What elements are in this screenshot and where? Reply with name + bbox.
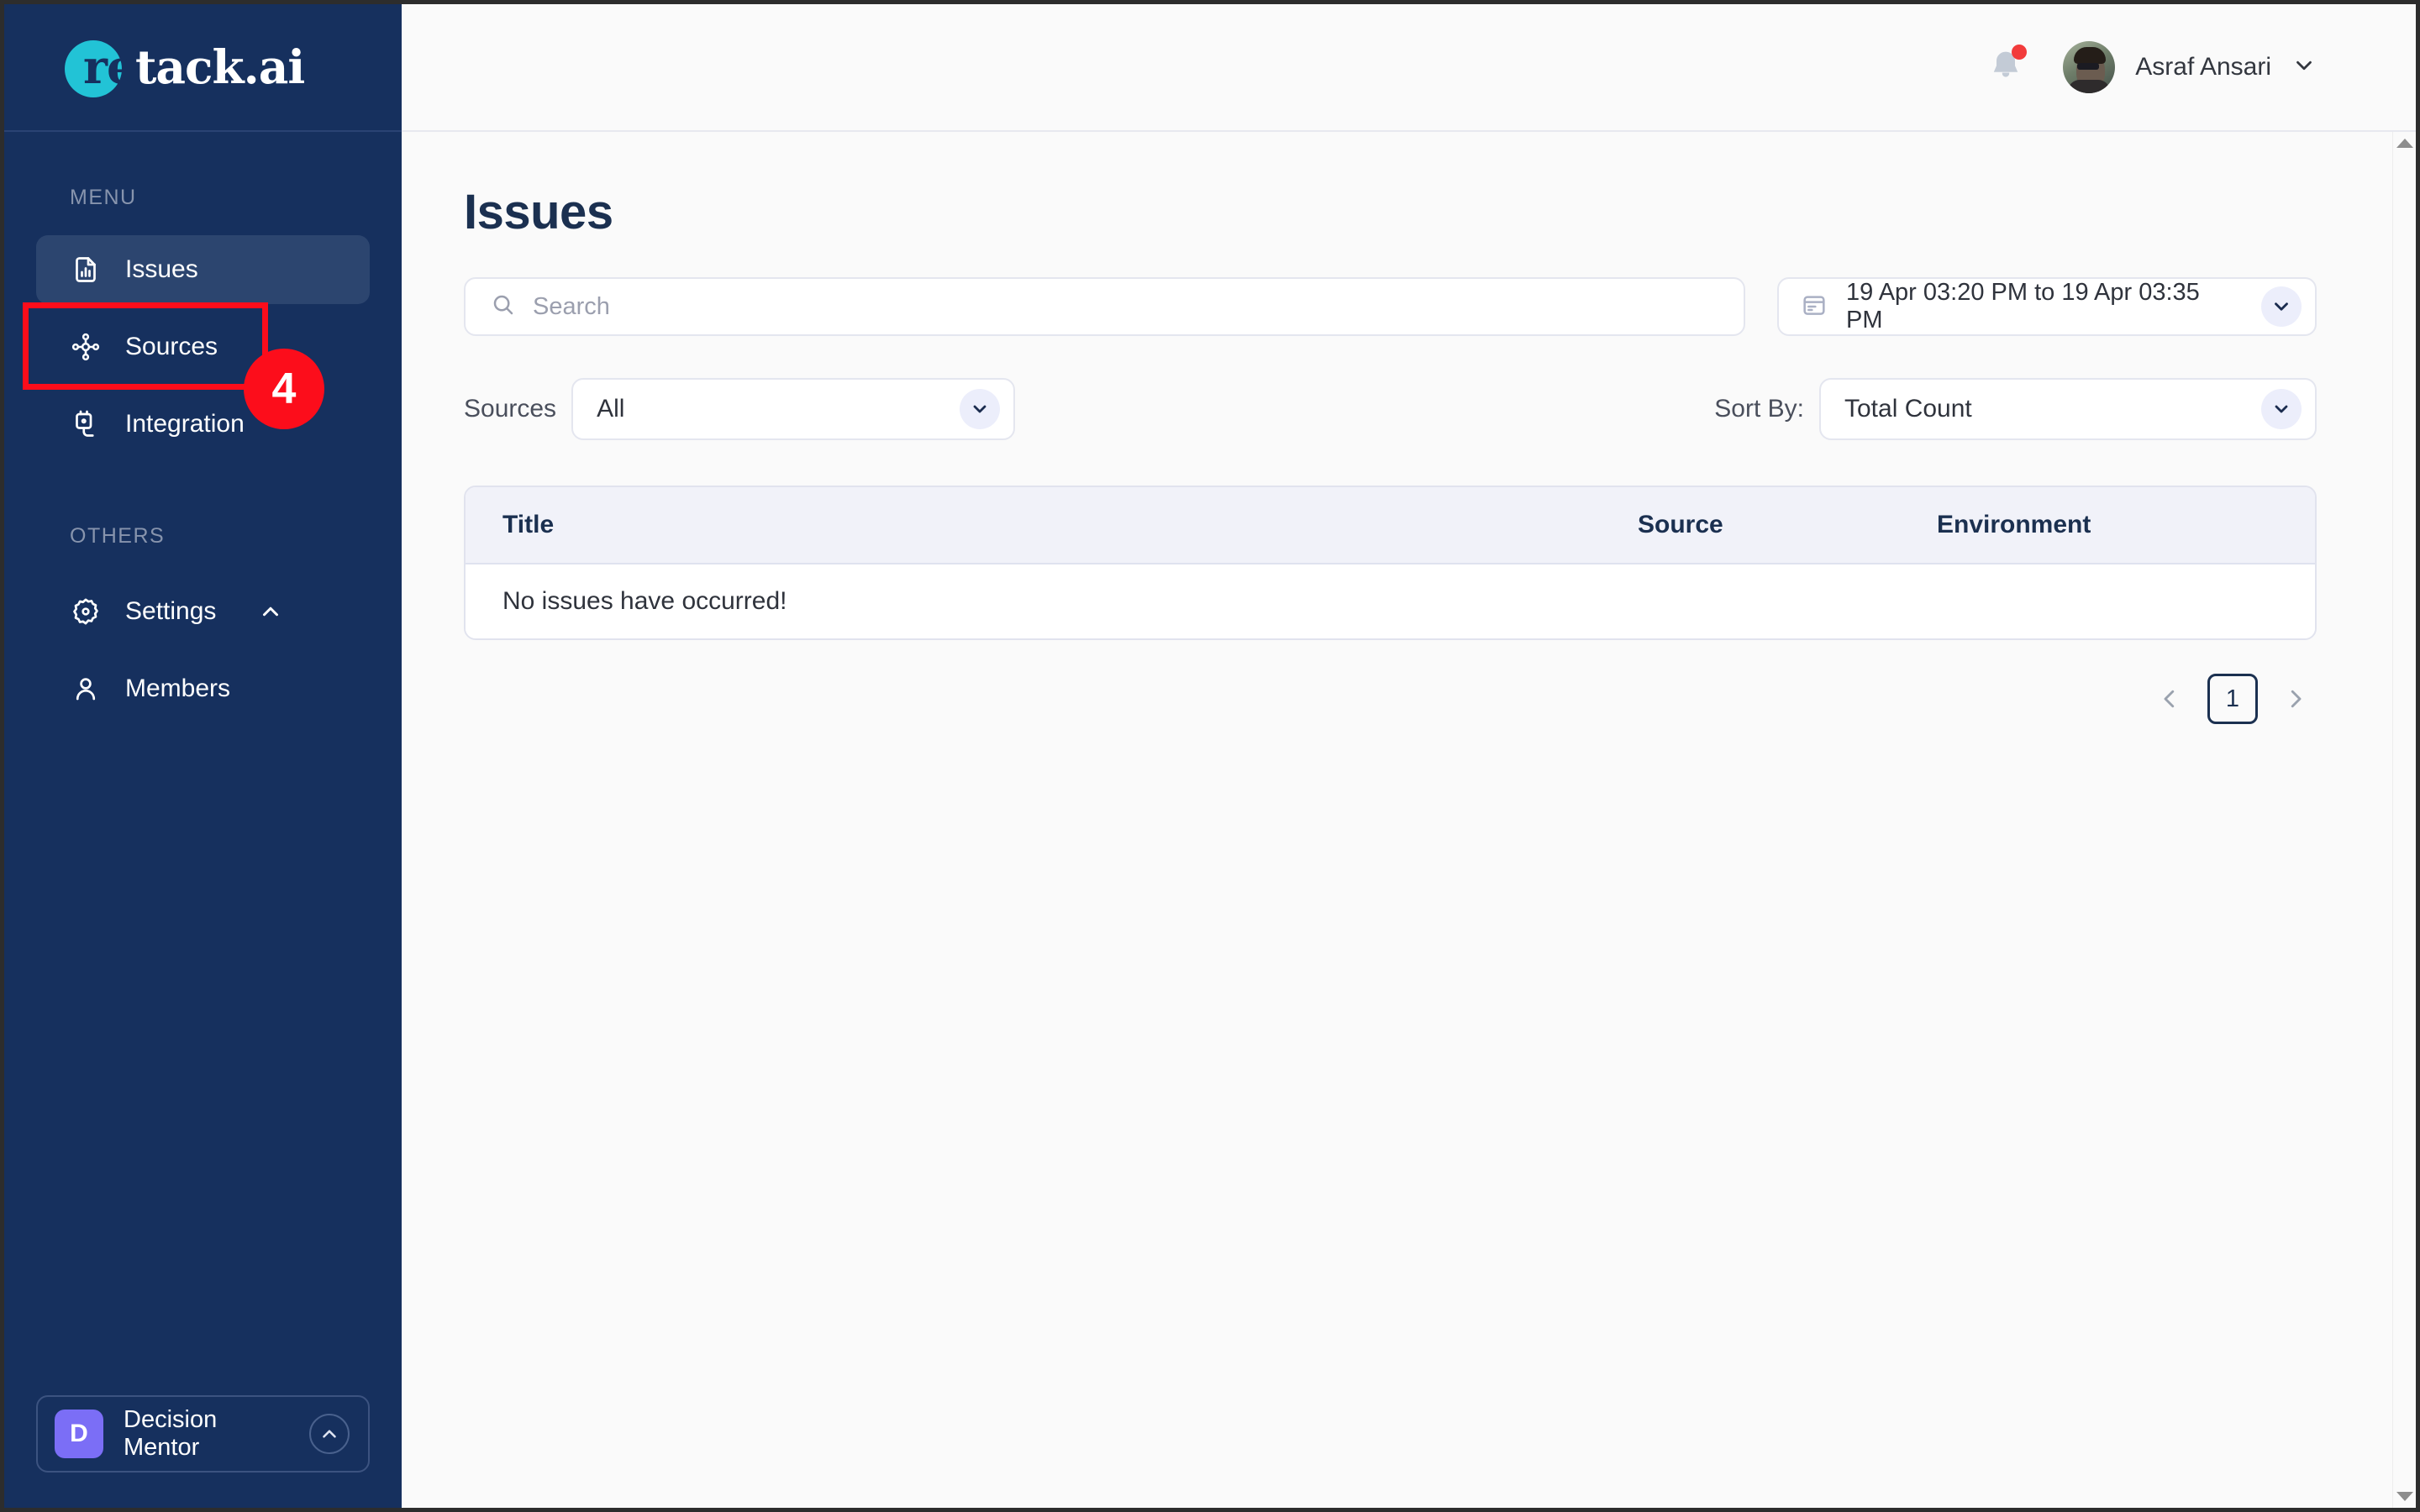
search-input[interactable]: Search: [464, 277, 1745, 336]
vertical-scrollbar[interactable]: [2392, 132, 2416, 1508]
sidebar: retack.ai MENU Issues Sources Integratio…: [4, 4, 402, 1508]
table-empty-row: No issues have occurred!: [466, 564, 2315, 638]
chevron-up-icon: [258, 599, 283, 624]
brand-logo[interactable]: retack.ai: [65, 34, 305, 101]
logo-text-prefix: re: [83, 39, 136, 94]
page-content: Issues Search 19 Apr 03:20 PM to 19 Apr …: [402, 132, 2416, 1508]
filters-row-top: Search 19 Apr 03:20 PM to 19 Apr 03:35 P…: [464, 277, 2317, 336]
search-placeholder: Search: [533, 292, 610, 320]
chevron-left-icon[interactable]: [2150, 680, 2189, 718]
filters-row-bottom: Sources All Sort By: Total Count: [464, 378, 2317, 440]
sidebar-item-label: Integration: [125, 410, 245, 438]
workspace-avatar: D: [55, 1410, 103, 1458]
chevron-right-icon[interactable]: [2276, 680, 2315, 718]
date-range-value: 19 Apr 03:20 PM to 19 Apr 03:35 PM: [1846, 279, 2200, 333]
nav-spacer-2: [4, 381, 402, 390]
scroll-up-arrow-icon[interactable]: [2396, 139, 2413, 148]
sidebar-item-label: Settings: [125, 597, 217, 625]
column-header-environment: Environment: [1937, 511, 2091, 538]
chevron-up-circle-icon[interactable]: [309, 1414, 350, 1454]
gear-icon: [70, 596, 102, 627]
sidebar-item-settings[interactable]: Settings: [36, 577, 370, 646]
date-range-picker[interactable]: 19 Apr 03:20 PM to 19 Apr 03:35 PM: [1777, 277, 2317, 336]
chevron-down-icon[interactable]: [960, 389, 1001, 429]
workspace-name: Decision Mentor: [124, 1406, 218, 1461]
sort-by-select[interactable]: Total Count: [1819, 378, 2317, 440]
others-section-label: OTHERS: [70, 524, 166, 548]
person-icon: [70, 673, 102, 705]
column-header-source: Source: [1638, 511, 1723, 538]
sidebar-item-label: Sources: [125, 333, 218, 360]
logo-text-suffix: tack.ai: [134, 39, 305, 94]
scroll-down-arrow-icon[interactable]: [2396, 1492, 2413, 1501]
plug-icon: [70, 408, 102, 440]
sort-by-label: Sort By:: [1714, 395, 1804, 423]
user-name: Asraf Ansari: [2135, 53, 2271, 81]
notifications-button[interactable]: [1987, 45, 2028, 88]
sort-by-value: Total Count: [1844, 395, 1972, 423]
sources-select[interactable]: All: [571, 378, 1016, 440]
menu-section-label: MENU: [70, 186, 137, 209]
issues-table: Title Source Environment No issues have …: [464, 486, 2317, 640]
user-menu[interactable]: Asraf Ansari: [2063, 41, 2317, 93]
main-area: Asraf Ansari Issues Search 19 Apr 03:20 …: [402, 4, 2416, 1508]
sidebar-item-issues[interactable]: Issues: [36, 235, 370, 304]
document-chart-icon: [70, 254, 102, 286]
column-header-title: Title: [502, 511, 555, 538]
sidebar-item-members[interactable]: Members: [36, 654, 370, 723]
logo-text: retack.ai: [65, 34, 305, 101]
nodes-hub-icon: [70, 331, 102, 363]
nav-spacer-1: [4, 304, 402, 312]
nav-spacer-3: [4, 646, 402, 654]
empty-state-message: No issues have occurred!: [502, 587, 787, 615]
page-number-1[interactable]: 1: [2207, 674, 2258, 724]
sidebar-item-label: Members: [125, 675, 231, 702]
table-header-row: Title Source Environment: [466, 487, 2315, 564]
sidebar-item-label: Issues: [125, 255, 198, 283]
chevron-down-icon[interactable]: [2261, 286, 2302, 327]
chevron-down-icon[interactable]: [2261, 389, 2302, 429]
calendar-icon: [1801, 291, 1828, 323]
sources-label: Sources: [464, 395, 557, 423]
search-icon: [491, 292, 516, 322]
sources-value: All: [597, 395, 625, 423]
annotation-step-badge: 4: [244, 349, 324, 429]
avatar: [2063, 41, 2116, 93]
logo-area: retack.ai: [4, 4, 402, 132]
notification-dot: [2012, 45, 2028, 60]
pagination: 1: [464, 674, 2317, 724]
workspace-switcher[interactable]: D Decision Mentor: [36, 1395, 370, 1473]
page-title: Issues: [464, 185, 613, 239]
top-bar: Asraf Ansari: [402, 4, 2416, 132]
chevron-down-icon: [2291, 53, 2317, 82]
app-window: retack.ai MENU Issues Sources Integratio…: [0, 0, 2420, 1512]
